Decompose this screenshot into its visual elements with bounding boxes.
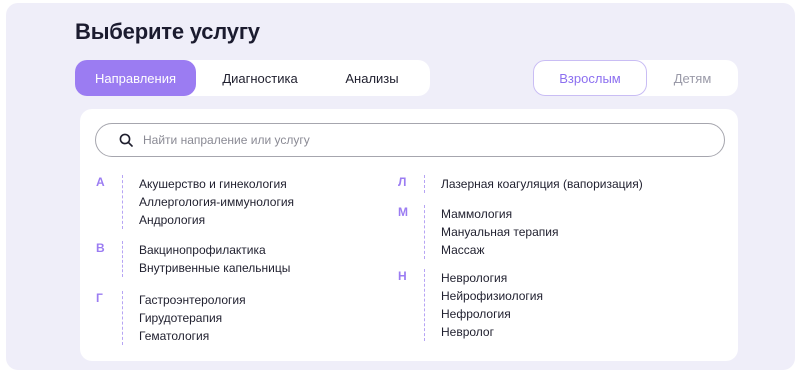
list-item[interactable]: Нефрология (441, 305, 543, 323)
group-items: Лазерная коагуляция (вапоризация) (424, 175, 643, 193)
service-selector-panel: Выберите услугу Направления Диагностика … (6, 3, 795, 370)
group-letter: А (96, 175, 105, 189)
group-items: Гастроэнтерология Гирудотерапия Гематоло… (122, 291, 246, 345)
tab-directions[interactable]: Направления (75, 60, 196, 96)
list-item[interactable]: Массаж (441, 241, 558, 259)
list-item[interactable]: Вакцинопрофилактика (139, 241, 290, 259)
group-letter: Г (96, 291, 103, 305)
group-items: Маммология Мануальная терапия Массаж (424, 205, 558, 259)
group-letter: Л (398, 175, 407, 189)
group-items: Акушерство и гинекология Аллергология-им… (122, 175, 294, 229)
group-items: Неврология Нейрофизиология Нефрология Не… (424, 269, 543, 341)
category-tabs: Направления Диагностика Анализы (75, 60, 430, 96)
list-item[interactable]: Мануальная терапия (441, 223, 558, 241)
list-item[interactable]: Невролог (441, 323, 543, 341)
list-item[interactable]: Аллергология-иммунология (139, 193, 294, 211)
audience-adults-button[interactable]: Взрослым (533, 60, 647, 96)
list-item[interactable]: Маммология (441, 205, 558, 223)
list-item[interactable]: Акушерство и гинекология (139, 175, 294, 193)
group-letter: М (398, 205, 408, 219)
list-item[interactable]: Андрология (139, 211, 294, 229)
list-item[interactable]: Внутривенные капельницы (139, 259, 290, 277)
list-item[interactable]: Неврология (441, 269, 543, 287)
list-item[interactable]: Нейрофизиология (441, 287, 543, 305)
search-icon (119, 133, 133, 147)
directions-card: А Акушерство и гинекология Аллергология-… (80, 109, 738, 361)
group-items: Вакцинопрофилактика Внутривенные капельн… (122, 241, 290, 277)
search-input[interactable] (143, 133, 703, 147)
group-letter: В (96, 241, 105, 255)
page-title: Выберите услугу (75, 19, 260, 44)
group-letter: Н (398, 269, 407, 283)
list-item[interactable]: Гирудотерапия (139, 309, 246, 327)
tab-diagnostics[interactable]: Диагностика (196, 60, 324, 96)
audience-toggle: Взрослым Детям (533, 60, 738, 96)
search-box[interactable] (95, 123, 725, 157)
list-item[interactable]: Гастроэнтерология (139, 291, 246, 309)
tab-analyses[interactable]: Анализы (324, 60, 420, 96)
audience-children-button[interactable]: Детям (647, 60, 738, 96)
list-item[interactable]: Гематология (139, 327, 246, 345)
list-item[interactable]: Лазерная коагуляция (вапоризация) (441, 175, 643, 193)
